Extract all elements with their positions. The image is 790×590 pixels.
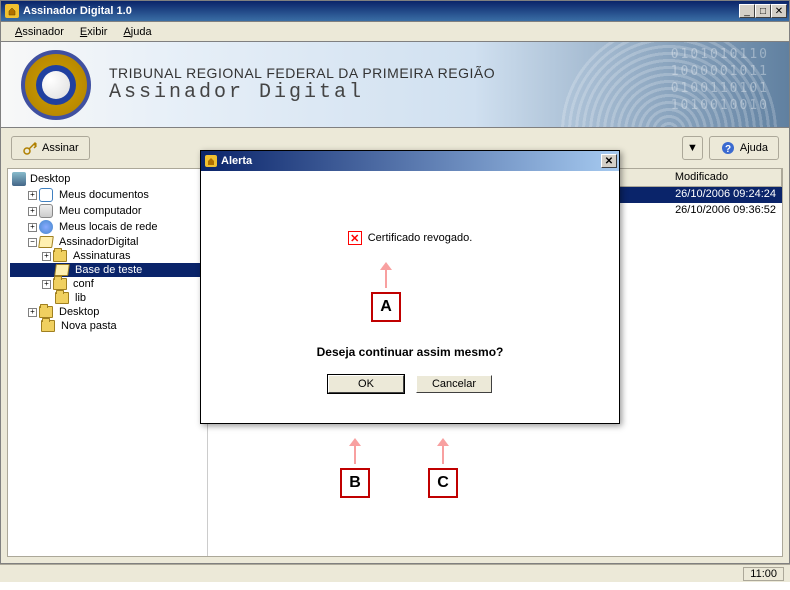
folder-closed-icon — [39, 306, 53, 318]
window-titlebar: Assinador Digital 1.0 _ □ ✕ — [0, 0, 790, 22]
svg-text:?: ? — [725, 144, 731, 155]
app-icon — [5, 4, 19, 18]
dialog-question: Deseja continuar assim mesmo? — [221, 345, 599, 359]
tree-item[interactable]: + Assinaturas — [10, 249, 205, 263]
folder-open-icon — [38, 236, 54, 248]
dropdown-button[interactable]: ▼ — [682, 136, 703, 160]
folder-closed-icon — [53, 250, 67, 262]
key-icon — [22, 140, 38, 156]
ajuda-button[interactable]: ? Ajuda — [709, 136, 779, 160]
tree-item-label: Desktop — [59, 306, 99, 318]
tree-item-label: AssinadorDigital — [59, 236, 138, 248]
status-time: 11:00 — [743, 567, 784, 581]
folder-closed-icon — [53, 278, 67, 290]
tree-item[interactable]: − AssinadorDigital — [10, 235, 205, 249]
column-header-modificado[interactable]: Modificado — [622, 169, 782, 186]
tree-item[interactable]: + conf — [10, 277, 205, 291]
tree-toggle[interactable]: + — [28, 207, 37, 216]
dialog-title: Alerta — [221, 155, 252, 167]
error-x-icon: ✕ — [348, 231, 362, 245]
network-icon — [39, 220, 53, 234]
alert-message: Certificado revogado. — [368, 232, 473, 244]
menubar: Assinador Exibir Ajuda — [0, 22, 790, 42]
tree-item[interactable]: lib — [10, 291, 205, 305]
tree-item[interactable]: Nova pasta — [10, 319, 205, 333]
tree-toggle[interactable]: + — [28, 223, 37, 232]
banner: TRIBUNAL REGIONAL FEDERAL DA PRIMEIRA RE… — [0, 42, 790, 128]
tree-toggle[interactable]: − — [28, 238, 37, 247]
dialog-close-button[interactable]: ✕ — [601, 154, 617, 168]
tree-panel[interactable]: Desktop +Meus documentos+Meu computador+… — [8, 169, 208, 556]
tree-item-label: Base de teste — [75, 264, 142, 276]
documents-icon — [39, 188, 53, 202]
minimize-button[interactable]: _ — [739, 4, 755, 18]
seal-logo — [21, 50, 91, 120]
menu-exibir[interactable]: Exibir — [72, 24, 116, 40]
cell-modificado: 26/10/2006 09:24:24 — [622, 187, 782, 203]
desktop-icon — [12, 172, 26, 186]
ok-button[interactable]: OK — [328, 375, 404, 393]
maximize-button[interactable]: □ — [755, 4, 771, 18]
tree-root[interactable]: Desktop — [10, 171, 205, 187]
chevron-down-icon: ▼ — [687, 142, 698, 154]
tree-item[interactable]: Base de teste — [10, 263, 205, 277]
tree-item-label: Meu computador — [59, 205, 142, 217]
tree-toggle[interactable]: + — [28, 308, 37, 317]
help-icon: ? — [720, 140, 736, 156]
tree-item-label: Meus documentos — [59, 189, 149, 201]
tree-item[interactable]: + Meus locais de rede — [10, 219, 205, 235]
tree-toggle[interactable]: + — [28, 191, 37, 200]
tree-toggle[interactable]: + — [42, 280, 51, 289]
tree-item[interactable]: + Meus documentos — [10, 187, 205, 203]
folder-closed-icon — [55, 292, 69, 304]
folder-open-icon — [54, 264, 70, 276]
window-title: Assinador Digital 1.0 — [23, 5, 132, 17]
tree-item-label: Meus locais de rede — [59, 221, 157, 233]
menu-ajuda[interactable]: Ajuda — [115, 24, 159, 40]
tree-item-label: lib — [75, 292, 86, 304]
tree-item-label: Nova pasta — [61, 320, 117, 332]
banner-subheading: Assinador Digital — [109, 81, 495, 104]
assinar-button[interactable]: Assinar — [11, 136, 90, 160]
callout-c: C — [428, 438, 458, 498]
cell-modificado: 26/10/2006 09:36:52 — [622, 203, 782, 219]
drive-icon — [39, 204, 53, 218]
statusbar: 11:00 — [0, 564, 790, 582]
dialog-icon — [205, 155, 217, 167]
tree-toggle[interactable]: + — [42, 252, 51, 261]
callout-a: A — [371, 262, 401, 322]
menu-assinador[interactable]: Assinador — [7, 24, 72, 40]
tree-item-label: Assinaturas — [73, 250, 130, 262]
tree-item-label: conf — [73, 278, 94, 290]
binary-overlay: 0101010110100000101101001101011010010010 — [671, 47, 769, 115]
folder-closed-icon — [41, 320, 55, 332]
banner-heading: TRIBUNAL REGIONAL FEDERAL DA PRIMEIRA RE… — [109, 65, 495, 81]
dialog-titlebar: Alerta ✕ — [201, 151, 619, 171]
close-button[interactable]: ✕ — [771, 4, 787, 18]
alert-dialog: Alerta ✕ ✕ Certificado revogado. Deseja … — [200, 150, 620, 424]
callout-b: B — [340, 438, 370, 498]
cancel-button[interactable]: Cancelar — [416, 375, 492, 393]
tree-item[interactable]: + Desktop — [10, 305, 205, 319]
tree-item[interactable]: + Meu computador — [10, 203, 205, 219]
